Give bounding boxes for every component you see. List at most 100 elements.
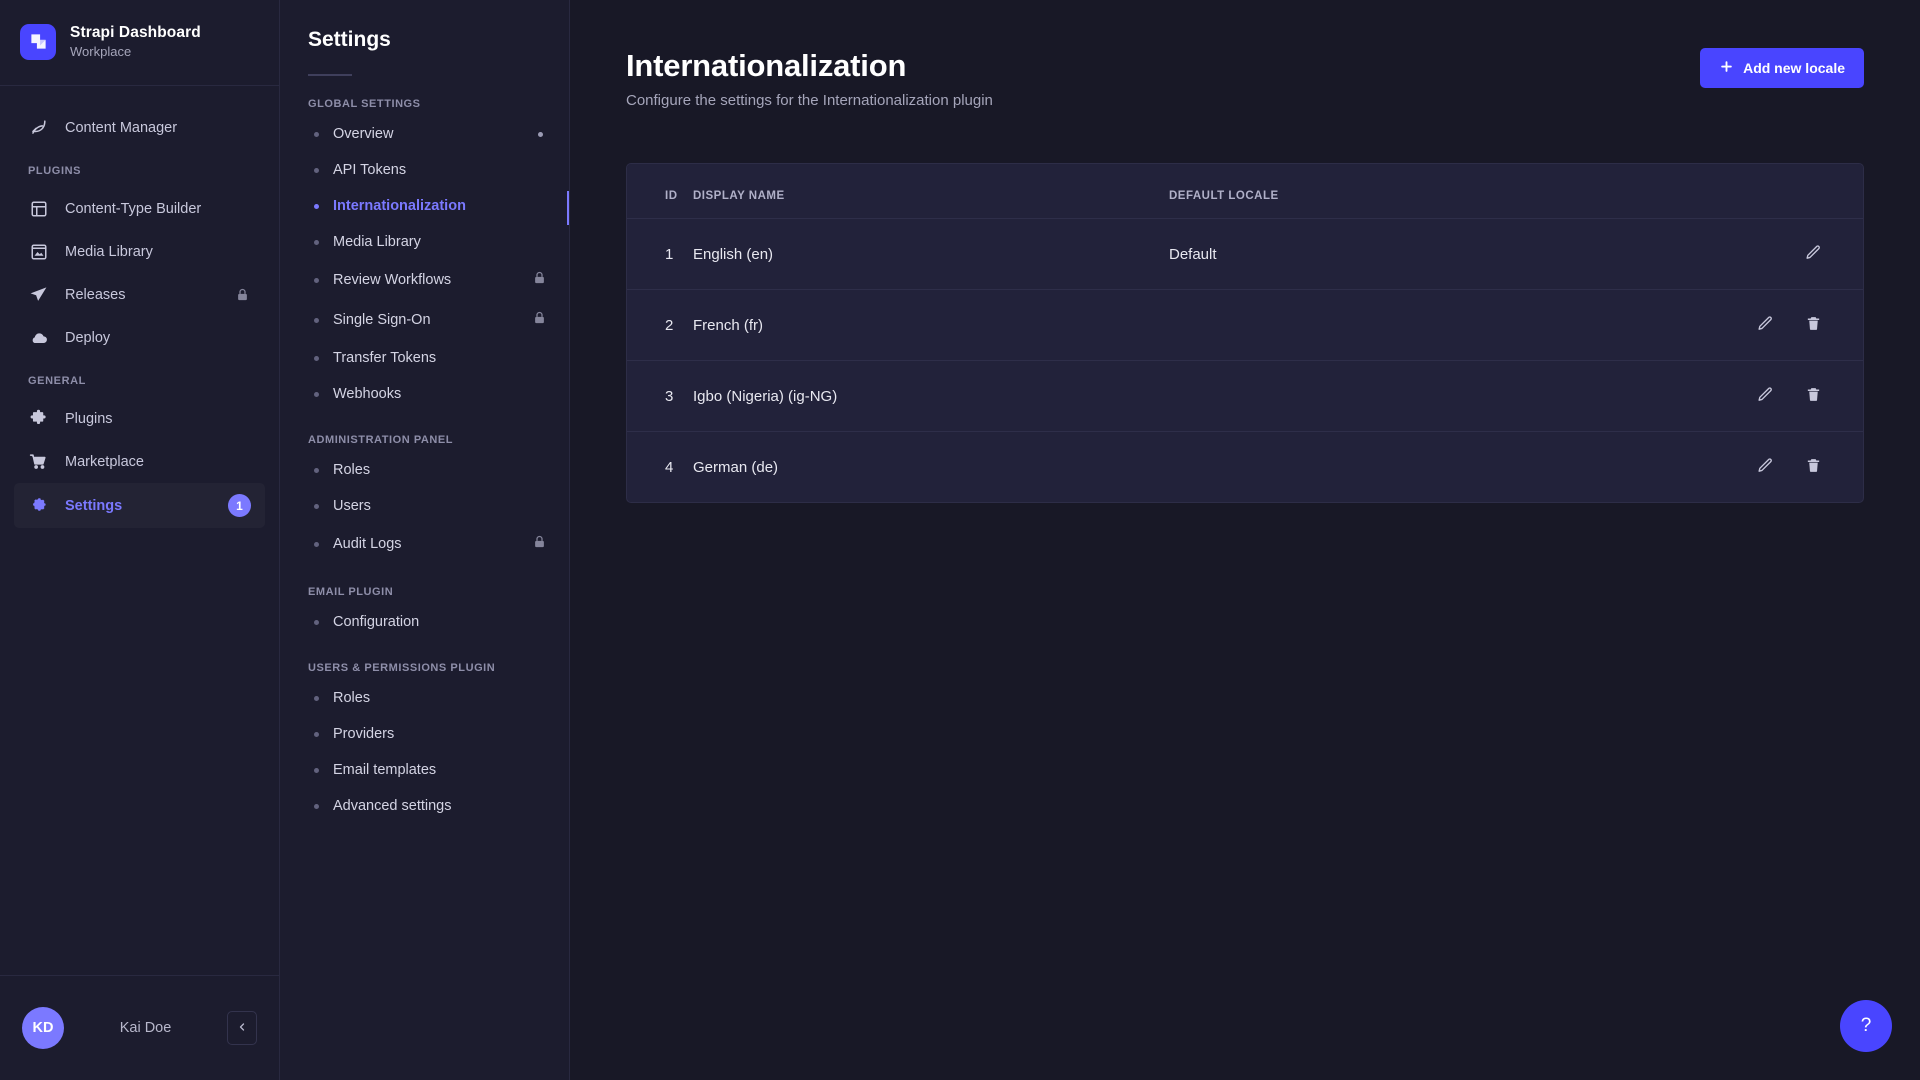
subnav-item-admin-roles[interactable]: Roles: [280, 452, 569, 488]
image-icon: [28, 241, 49, 262]
page-subtitle: Configure the settings for the Internati…: [626, 92, 993, 109]
sidebar-item-content-manager[interactable]: Content Manager: [14, 106, 265, 149]
table-row[interactable]: 4 German (de): [627, 432, 1863, 503]
lock-icon: [532, 534, 547, 554]
sidebar-item-label: Settings: [65, 498, 212, 514]
bullet-icon: [314, 732, 319, 737]
sidebar-item-plugins[interactable]: Plugins: [14, 397, 265, 440]
bullet-icon: [314, 804, 319, 809]
subnav-item-audit-logs[interactable]: Audit Logs: [280, 524, 569, 564]
settings-subnav-header: Settings: [280, 0, 569, 76]
delete-locale-button[interactable]: [1803, 386, 1823, 406]
pencil-icon: [1757, 315, 1774, 335]
bullet-icon: [314, 468, 319, 473]
sidebar-item-deploy[interactable]: Deploy: [14, 316, 265, 359]
subnav-item-advanced-settings[interactable]: Advanced settings: [280, 788, 569, 824]
subnav-section-users-permissions-label: USERS & PERMISSIONS PLUGIN: [280, 640, 569, 680]
page-header: Internationalization Configure the setti…: [570, 0, 1920, 109]
app-root: Strapi Dashboard Workplace Content Manag…: [0, 0, 1920, 1080]
table-row[interactable]: 1 English (en) Default: [627, 219, 1863, 290]
sidebar-item-label: Media Library: [65, 244, 251, 260]
cloud-icon: [28, 327, 49, 348]
cell-actions: [1693, 432, 1863, 503]
bullet-icon: [314, 204, 319, 209]
subnav-item-webhooks[interactable]: Webhooks: [280, 376, 569, 412]
subnav-item-internationalization[interactable]: Internationalization: [280, 188, 569, 224]
table-header: ID DISPLAY NAME DEFAULT LOCALE: [627, 164, 1863, 219]
sidebar-item-settings[interactable]: Settings 1: [14, 483, 265, 528]
sidebar-collapse-button[interactable]: [227, 1011, 257, 1045]
subnav-item-api-tokens[interactable]: API Tokens: [280, 152, 569, 188]
subnav-item-transfer-tokens[interactable]: Transfer Tokens: [280, 340, 569, 376]
strapi-logo-icon: [20, 24, 56, 60]
main-nav-list: Content Manager PLUGINS Content-Type Bui…: [0, 86, 279, 975]
subnav-item-label: Roles: [333, 462, 569, 478]
locales-table-card: ID DISPLAY NAME DEFAULT LOCALE 1 English…: [626, 163, 1864, 503]
brand-subtitle: Workplace: [70, 44, 201, 59]
cell-id: 4: [627, 432, 693, 503]
subnav-item-providers[interactable]: Providers: [280, 716, 569, 752]
table-row[interactable]: 3 Igbo (Nigeria) (ig-NG): [627, 361, 1863, 432]
add-new-locale-button[interactable]: Add new locale: [1700, 48, 1864, 88]
bullet-icon: [314, 356, 319, 361]
delete-locale-button[interactable]: [1803, 457, 1823, 477]
subnav-item-single-sign-on[interactable]: Single Sign-On: [280, 300, 569, 340]
edit-locale-button[interactable]: [1755, 457, 1775, 477]
page-title: Internationalization: [626, 48, 993, 84]
edit-locale-button[interactable]: [1755, 315, 1775, 335]
edit-locale-button[interactable]: [1755, 386, 1775, 406]
lock-icon: [532, 310, 547, 330]
delete-locale-button[interactable]: [1803, 315, 1823, 335]
nav-section-plugins-label: PLUGINS: [0, 149, 279, 187]
subnav-item-email-templates[interactable]: Email templates: [280, 752, 569, 788]
subnav-section-global-settings-label: GLOBAL SETTINGS: [280, 76, 569, 116]
help-button[interactable]: ?: [1840, 1000, 1892, 1052]
sidebar-item-label: Marketplace: [65, 454, 251, 470]
sidebar-item-media-library[interactable]: Media Library: [14, 230, 265, 273]
bullet-icon: [314, 696, 319, 701]
settings-subnav-title: Settings: [308, 28, 569, 52]
cell-id: 3: [627, 361, 693, 432]
brand-header[interactable]: Strapi Dashboard Workplace: [0, 0, 279, 86]
locales-table: ID DISPLAY NAME DEFAULT LOCALE 1 English…: [627, 164, 1863, 502]
edit-locale-button[interactable]: [1803, 244, 1823, 264]
sidebar-item-label: Content Manager: [65, 120, 251, 136]
subnav-item-configuration[interactable]: Configuration: [280, 604, 569, 640]
subnav-item-label: Configuration: [333, 614, 569, 630]
sidebar-item-label: Plugins: [65, 411, 251, 427]
avatar[interactable]: KD: [22, 1007, 64, 1049]
feather-pen-icon: [28, 117, 49, 138]
subnav-section-administration-panel-label: ADMINISTRATION PANEL: [280, 412, 569, 452]
settings-subnav: Settings GLOBAL SETTINGS Overview API To…: [280, 0, 570, 1080]
sidebar-item-content-type-builder[interactable]: Content-Type Builder: [14, 187, 265, 230]
cell-default-locale: [1169, 290, 1693, 361]
subnav-item-up-roles[interactable]: Roles: [280, 680, 569, 716]
subnav-item-label: Media Library: [333, 234, 569, 250]
chevron-left-icon: [236, 1021, 248, 1036]
table-row[interactable]: 2 French (fr): [627, 290, 1863, 361]
paper-plane-icon: [28, 284, 49, 305]
subnav-item-overview[interactable]: Overview: [280, 116, 569, 152]
pencil-icon: [1757, 386, 1774, 406]
sidebar-item-releases[interactable]: Releases: [14, 273, 265, 316]
layout-grid-icon: [28, 198, 49, 219]
subnav-item-label: Overview: [333, 126, 524, 142]
cell-display-name: English (en): [693, 219, 1169, 290]
trash-icon: [1805, 315, 1822, 335]
sidebar-item-label: Content-Type Builder: [65, 201, 251, 217]
pencil-icon: [1757, 457, 1774, 477]
status-dot-icon: [538, 132, 543, 137]
cell-display-name: Igbo (Nigeria) (ig-NG): [693, 361, 1169, 432]
cell-default-locale: Default: [1169, 219, 1693, 290]
column-header-id: ID: [627, 164, 693, 219]
bullet-icon: [314, 278, 319, 283]
subnav-item-admin-users[interactable]: Users: [280, 488, 569, 524]
subnav-item-review-workflows[interactable]: Review Workflows: [280, 260, 569, 300]
cell-default-locale: [1169, 432, 1693, 503]
sidebar-item-marketplace[interactable]: Marketplace: [14, 440, 265, 483]
subnav-item-label: Transfer Tokens: [333, 350, 569, 366]
bullet-icon: [314, 392, 319, 397]
subnav-item-label: Audit Logs: [333, 536, 518, 552]
subnav-item-media-library[interactable]: Media Library: [280, 224, 569, 260]
bullet-icon: [314, 620, 319, 625]
